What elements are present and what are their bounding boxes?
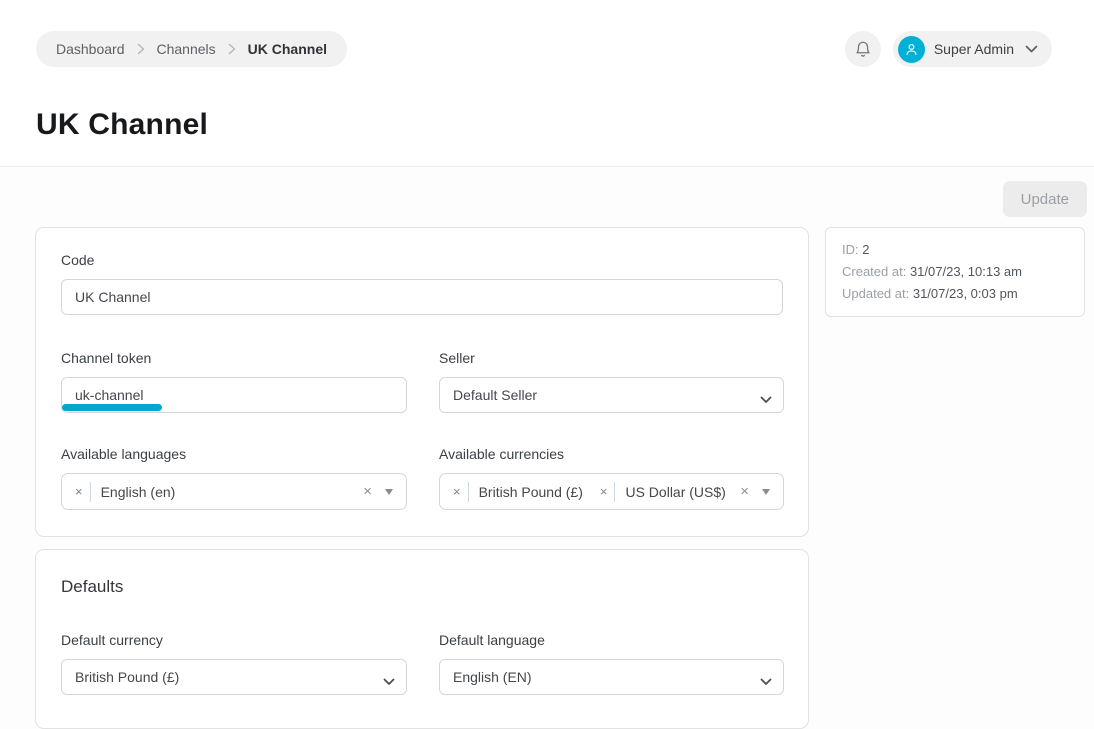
token-seller-row: Channel token Seller Default Seller (61, 348, 783, 413)
id-value: 2 (862, 242, 869, 257)
breadcrumb-current: UK Channel (248, 41, 327, 57)
top-right-actions: Super Admin (845, 31, 1052, 67)
entity-id-row: ID: 2 (842, 239, 1068, 261)
page-title: UK Channel (36, 108, 208, 142)
available-currencies-label: Available currencies (439, 444, 784, 464)
languages-currencies-row: Available languages × English (en) × Ava… (61, 444, 783, 510)
user-menu-button[interactable]: Super Admin (893, 31, 1052, 67)
defaults-title: Defaults (61, 576, 783, 598)
chevron-down-icon (1025, 45, 1038, 54)
user-name: Super Admin (934, 41, 1014, 57)
breadcrumb-channels[interactable]: Channels (157, 41, 216, 57)
bell-icon (854, 40, 872, 58)
multiselect-controls: × (740, 484, 773, 499)
default-currency-label: Default currency (61, 630, 407, 650)
breadcrumb-dashboard[interactable]: Dashboard (56, 41, 125, 57)
notifications-button[interactable] (845, 31, 881, 67)
seller-select[interactable]: Default Seller (439, 377, 784, 413)
channel-token-input-wrap (61, 377, 407, 413)
default-language-field-group: Default language English (EN) (439, 630, 784, 695)
dropdown-caret-icon[interactable] (762, 489, 770, 495)
selected-language-chip: × English (en) (70, 480, 187, 504)
avatar (898, 36, 925, 63)
remove-option-icon[interactable]: × (70, 485, 90, 498)
chip-label: US Dollar (US$) (615, 484, 737, 500)
available-languages-label: Available languages (61, 444, 407, 464)
chevron-right-icon (228, 43, 236, 55)
channel-form-card: Code Channel token Seller Default Seller (35, 227, 809, 537)
available-languages-select[interactable]: × English (en) × (61, 473, 407, 510)
selected-currency-chip: × British Pound (£) (448, 480, 595, 504)
channel-token-label: Channel token (61, 348, 407, 368)
code-field-group: Code (61, 250, 783, 315)
chevron-right-icon (137, 43, 145, 55)
update-button[interactable]: Update (1003, 181, 1087, 217)
remove-option-icon[interactable]: × (595, 485, 615, 498)
seller-label: Seller (439, 348, 784, 368)
available-currencies-field-group: Available currencies × British Pound (£)… (439, 444, 784, 510)
clear-all-icon[interactable]: × (740, 484, 749, 499)
chip-label: British Pound (£) (469, 484, 595, 500)
created-at-label: Created at: (842, 264, 906, 279)
channel-token-input[interactable] (61, 377, 407, 413)
default-language-select[interactable]: English (EN) (439, 659, 784, 695)
chip-label: English (en) (91, 484, 188, 500)
multiselect-controls: × (363, 484, 396, 499)
channel-token-field-group: Channel token (61, 348, 407, 413)
available-languages-field-group: Available languages × English (en) × (61, 444, 407, 510)
code-label: Code (61, 250, 783, 270)
id-label: ID: (842, 242, 859, 257)
remove-option-icon[interactable]: × (448, 485, 468, 498)
top-bar: Dashboard Channels UK Channel Super Admi… (0, 0, 1094, 167)
breadcrumb: Dashboard Channels UK Channel (36, 31, 347, 67)
updated-at-row: Updated at: 31/07/23, 0:03 pm (842, 283, 1068, 305)
defaults-row: Default currency British Pound (£) Defau… (61, 630, 783, 695)
default-currency-select[interactable]: British Pound (£) (61, 659, 407, 695)
default-language-label: Default language (439, 630, 784, 650)
seller-select-wrap: Default Seller (439, 377, 784, 413)
updated-at-value: 31/07/23, 0:03 pm (913, 286, 1018, 301)
default-currency-select-wrap: British Pound (£) (61, 659, 407, 695)
entity-info-card: ID: 2 Created at: 31/07/23, 10:13 am Upd… (825, 227, 1085, 317)
updated-at-label: Updated at: (842, 286, 909, 301)
available-currencies-select[interactable]: × British Pound (£) × US Dollar (US$) × (439, 473, 784, 510)
default-currency-field-group: Default currency British Pound (£) (61, 630, 407, 695)
defaults-card: Defaults Default currency British Pound … (35, 549, 809, 729)
selected-currency-chip: × US Dollar (US$) (595, 480, 738, 504)
code-input[interactable] (61, 279, 783, 315)
dropdown-caret-icon[interactable] (385, 489, 393, 495)
clear-all-icon[interactable]: × (363, 484, 372, 499)
seller-field-group: Seller Default Seller (439, 348, 784, 413)
created-at-value: 31/07/23, 10:13 am (910, 264, 1022, 279)
created-at-row: Created at: 31/07/23, 10:13 am (842, 261, 1068, 283)
user-icon (904, 42, 919, 57)
default-language-select-wrap: English (EN) (439, 659, 784, 695)
